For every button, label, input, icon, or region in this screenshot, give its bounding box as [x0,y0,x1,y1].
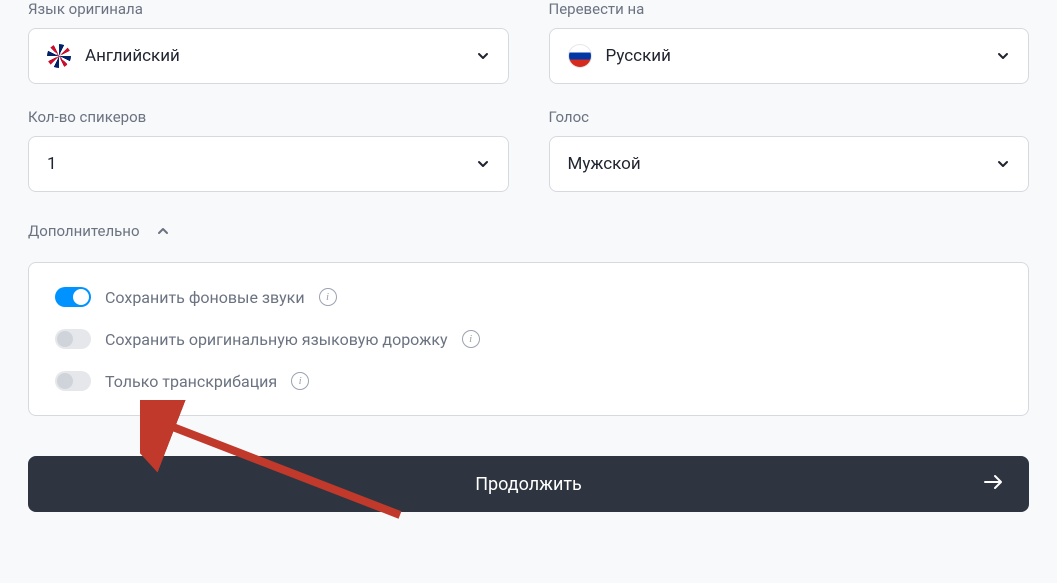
info-icon[interactable] [319,288,337,306]
keep-background-toggle[interactable] [55,287,91,307]
source-language-value: Английский [85,46,180,66]
additional-panel: Сохранить фоновые звуки Сохранить оригин… [28,262,1029,416]
chevron-up-icon [156,224,170,238]
keep-original-audio-toggle[interactable] [55,329,91,349]
speakers-value: 1 [47,154,57,174]
chevron-down-icon [996,49,1010,63]
speakers-label: Кол-во спикеров [28,108,509,126]
uk-flag-icon [47,44,71,68]
target-language-value: Русский [606,46,671,66]
source-language-label: Язык оригинала [28,0,509,18]
chevron-down-icon [996,157,1010,171]
ru-flag-icon [568,44,592,68]
info-icon[interactable] [291,372,309,390]
arrow-right-icon [981,470,1005,499]
transcription-only-label: Только транскрибация [105,372,277,391]
keep-background-label: Сохранить фоновые звуки [105,288,305,307]
additional-toggle[interactable]: Дополнительно [28,222,1029,240]
target-language-select[interactable]: Русский [549,28,1030,84]
speakers-select[interactable]: 1 [28,136,509,192]
voice-select[interactable]: Мужской [549,136,1030,192]
keep-original-audio-label: Сохранить оригинальную языковую дорожку [105,330,448,349]
transcription-only-toggle[interactable] [55,371,91,391]
chevron-down-icon [476,49,490,63]
chevron-down-icon [476,157,490,171]
additional-label: Дополнительно [28,222,140,240]
source-language-select[interactable]: Английский [28,28,509,84]
voice-value: Мужской [568,154,641,174]
info-icon[interactable] [462,330,480,348]
target-language-label: Перевести на [549,0,1030,18]
continue-button[interactable]: Продолжить [28,456,1029,512]
continue-button-label: Продолжить [475,474,582,495]
voice-label: Голос [549,108,1030,126]
